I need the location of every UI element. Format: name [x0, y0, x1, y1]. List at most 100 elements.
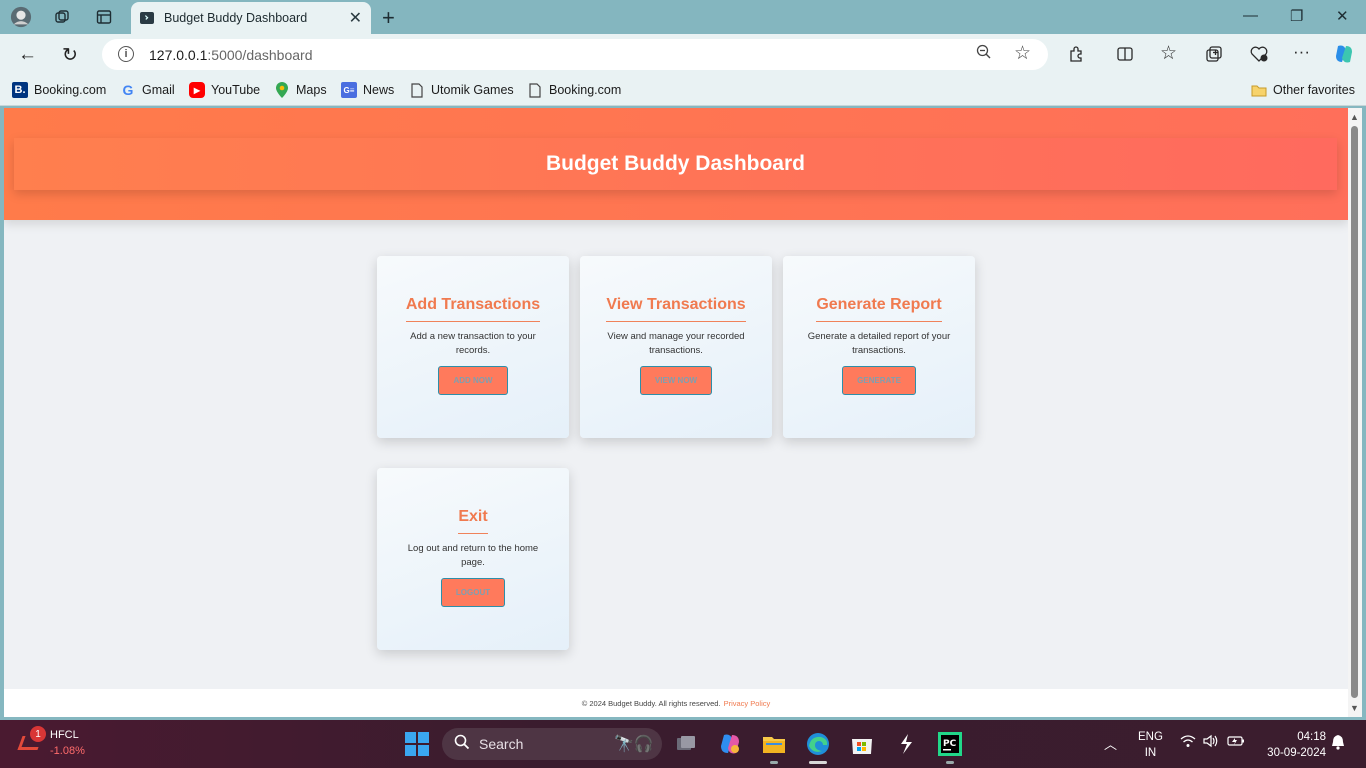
- windows-logo-pane: [418, 745, 429, 756]
- browser-tab-bar: Budget Buddy Dashboard ✕ + — ❐ ✕: [0, 0, 1366, 34]
- tab-title: Budget Buddy Dashboard: [164, 11, 308, 25]
- site-info-icon[interactable]: i: [118, 46, 134, 62]
- url-path: :5000/dashboard: [207, 47, 313, 63]
- bookmark-label: News: [363, 83, 395, 97]
- sublime-app-icon[interactable]: [893, 731, 919, 757]
- bookmark-booking[interactable]: B. Booking.com: [12, 82, 106, 98]
- header-banner: Budget Buddy Dashboard: [14, 138, 1337, 190]
- bookmark-youtube[interactable]: ▶ YouTube: [189, 82, 260, 98]
- page-icon: [527, 82, 543, 98]
- collections-icon[interactable]: [1205, 45, 1223, 68]
- card-title: Generate Report: [816, 296, 942, 322]
- microsoft-store-icon[interactable]: [849, 731, 875, 757]
- add-now-button[interactable]: ADD NOW: [438, 366, 508, 395]
- edge-browser-icon[interactable]: [805, 731, 831, 757]
- page-title: Budget Buddy Dashboard: [545, 152, 805, 175]
- card-view-transactions: View Transactions View and manage your r…: [580, 256, 772, 438]
- other-favorites[interactable]: Other favorites: [1251, 82, 1355, 98]
- stock-change: -1.08%: [50, 745, 85, 757]
- start-button[interactable]: [405, 732, 429, 756]
- search-icon: [454, 734, 470, 754]
- language-indicator[interactable]: ENG IN: [1138, 729, 1163, 761]
- view-now-button[interactable]: VIEW NOW: [639, 366, 713, 395]
- card-title: Exit: [458, 508, 488, 534]
- bookmark-label: YouTube: [211, 83, 261, 97]
- card-description: Log out and return to the home page.: [407, 543, 539, 568]
- extensions-icon[interactable]: [1068, 45, 1086, 68]
- bookmark-maps[interactable]: Maps: [274, 82, 327, 98]
- minimize-icon[interactable]: —: [1243, 7, 1258, 24]
- tab-actions-icon[interactable]: [93, 6, 115, 28]
- taskbar-search[interactable]: Search 🔭🎧: [442, 728, 662, 760]
- google-icon: G: [122, 82, 134, 98]
- notifications-bell-icon[interactable]: [1331, 734, 1345, 753]
- bookmark-label: Booking.com: [34, 83, 107, 97]
- close-tab-icon[interactable]: ✕: [349, 8, 362, 28]
- tab-budget-buddy[interactable]: Budget Buddy Dashboard ✕: [131, 2, 371, 34]
- new-tab-button[interactable]: +: [382, 5, 395, 31]
- file-explorer-icon[interactable]: [761, 731, 787, 757]
- copilot-icon[interactable]: [1332, 42, 1356, 71]
- system-clock[interactable]: 04:18 30-09-2024: [1256, 729, 1326, 761]
- copyright-text: © 2024 Budget Buddy. All rights reserved…: [581, 698, 721, 708]
- page-viewport: Budget Buddy Dashboard Add Transactions …: [4, 108, 1348, 717]
- windows-logo-pane: [405, 745, 416, 756]
- news-icon: G≡: [341, 82, 357, 98]
- refresh-icon[interactable]: ↻: [62, 44, 78, 67]
- svg-text:PC: PC: [943, 739, 957, 749]
- scroll-up-icon[interactable]: ▲: [1350, 112, 1359, 122]
- logout-button[interactable]: LOGOUT: [440, 578, 506, 607]
- bookmark-booking-2[interactable]: Booking.com: [527, 82, 621, 98]
- favorite-star-icon[interactable]: ☆: [1014, 42, 1031, 65]
- wifi-icon[interactable]: [1180, 734, 1196, 751]
- task-view-icon[interactable]: [673, 731, 699, 757]
- bookmark-label: Booking.com: [549, 83, 622, 97]
- bookmark-utomik[interactable]: Utomik Games: [409, 82, 514, 98]
- favorites-icon[interactable]: ☆: [1160, 42, 1177, 65]
- address-bar[interactable]: i 127.0.0.1:5000/dashboard ☆: [102, 39, 1048, 70]
- scroll-down-icon[interactable]: ▼: [1350, 703, 1359, 713]
- copilot-app-icon[interactable]: [717, 731, 743, 757]
- bookmark-label: Gmail: [142, 83, 175, 97]
- card-exit: Exit Log out and return to the home page…: [377, 468, 569, 650]
- privacy-policy-link[interactable]: Privacy Policy: [724, 699, 771, 708]
- workspaces-icon[interactable]: [51, 6, 73, 28]
- card-title: View Transactions: [606, 296, 746, 322]
- card-title: Add Transactions: [405, 296, 541, 322]
- pycharm-icon[interactable]: PC: [937, 731, 963, 757]
- back-icon[interactable]: ←: [18, 44, 37, 66]
- zoom-icon[interactable]: [976, 44, 992, 65]
- folder-icon: [1251, 82, 1267, 98]
- profile-avatar-icon[interactable]: [10, 6, 32, 28]
- url-host: 127.0.0.1: [149, 47, 208, 63]
- region-code: IN: [1144, 747, 1157, 759]
- more-menu-icon[interactable]: ···: [1293, 42, 1310, 62]
- bookmark-label: Utomik Games: [431, 83, 514, 97]
- maps-icon: [274, 82, 290, 98]
- bookmark-label: Maps: [296, 83, 327, 97]
- browser-essentials-icon[interactable]: [1249, 45, 1269, 68]
- window-close-icon[interactable]: ✕: [1336, 7, 1349, 25]
- running-indicator: [770, 761, 778, 764]
- split-screen-icon[interactable]: [1116, 45, 1134, 68]
- card-description: Generate a detailed report of your trans…: [807, 331, 951, 356]
- show-hidden-icons[interactable]: ︿: [1104, 734, 1117, 753]
- bookmarks-bar: B. Booking.com G Gmail ▶ YouTube Maps G≡ New…: [0, 76, 1366, 106]
- address-bar-row: ← ↻ i 127.0.0.1:5000/dashboard ☆ ☆ ···: [0, 34, 1366, 76]
- battery-icon[interactable]: [1227, 734, 1245, 751]
- other-favorites-label: Other favorites: [1273, 83, 1355, 97]
- booking-icon: B.: [12, 82, 28, 98]
- card-description: Add a new transaction to your records.: [410, 331, 536, 356]
- scroll-thumb[interactable]: [1351, 126, 1358, 698]
- bookmark-gmail[interactable]: G Gmail: [120, 82, 175, 98]
- volume-icon[interactable]: [1203, 734, 1219, 751]
- restore-icon[interactable]: ❐: [1290, 7, 1303, 25]
- bookmark-news[interactable]: G≡ News: [341, 82, 394, 98]
- url-text[interactable]: 127.0.0.1:5000/dashboard: [149, 47, 312, 63]
- clock-time: 04:18: [1297, 731, 1326, 743]
- notification-badge: 1: [30, 726, 46, 742]
- vertical-scrollbar[interactable]: ▲ ▼: [1348, 108, 1362, 717]
- active-indicator: [809, 761, 827, 764]
- generate-button[interactable]: GENERATE: [842, 366, 916, 395]
- dashboard-header: Budget Buddy Dashboard: [4, 108, 1348, 220]
